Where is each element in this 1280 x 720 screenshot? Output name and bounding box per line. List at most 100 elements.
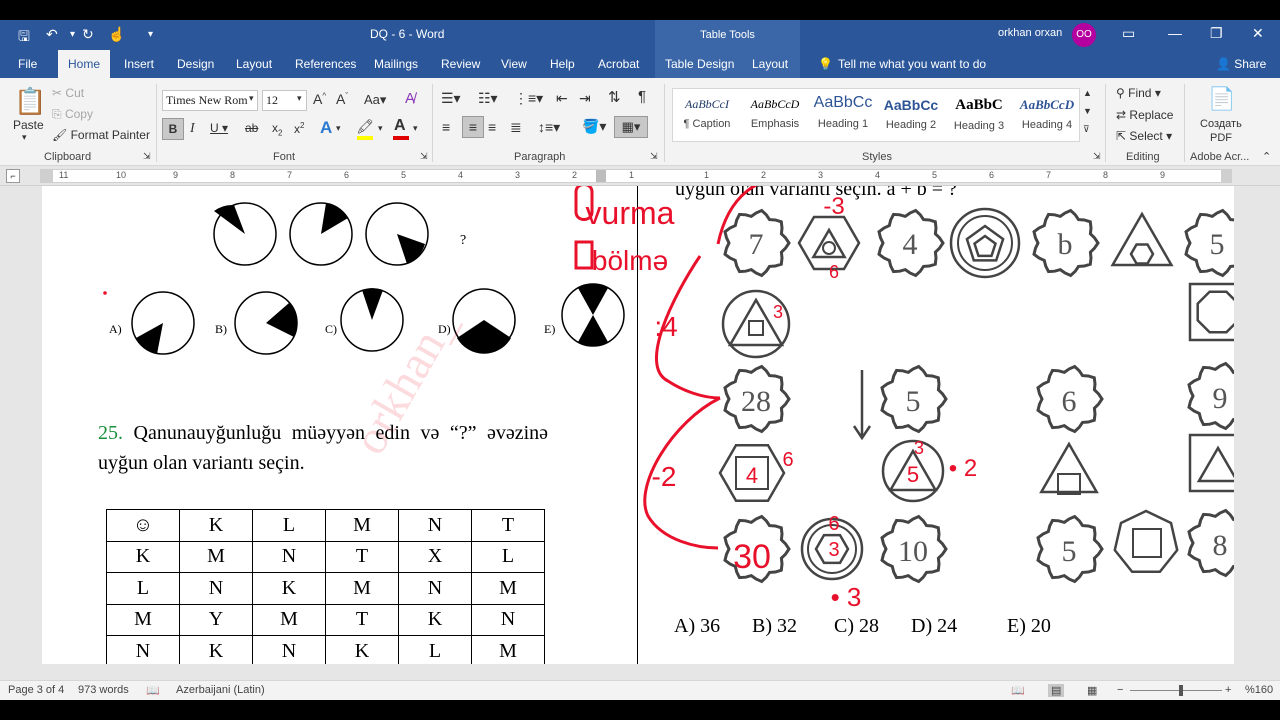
answer-b[interactable]: B) 32 [752,615,797,638]
font-color-icon[interactable]: A [394,117,406,135]
style-heading-2[interactable]: AaBbCc Heading 2 [877,89,945,141]
proofing-icon[interactable]: 📖 [146,684,160,697]
font-color-dropdown-icon[interactable]: ▾ [413,123,418,134]
tab-file[interactable]: File [10,50,45,78]
borders-icon[interactable]: ▦▾ [614,116,648,138]
styles-launcher-icon[interactable]: ⇲ [1093,151,1101,162]
close-icon[interactable]: ✕ [1252,25,1264,42]
font-launcher-icon[interactable]: ⇲ [420,151,428,162]
sort-icon[interactable]: ⇅ [608,88,621,106]
clear-formatting-icon[interactable]: A̸ [405,90,415,107]
find-button[interactable]: ⚲ Find ▾ [1116,86,1161,100]
collapse-ribbon-icon[interactable]: ⌃ [1262,150,1271,163]
tab-review[interactable]: Review [433,50,488,78]
align-right-icon[interactable]: ≡ [488,119,496,135]
tell-me-search[interactable]: Tell me what you want to do [830,50,994,78]
horizontal-ruler[interactable]: 11 10 9 8 7 6 5 4 3 2 1 1 2 3 4 5 6 7 8 9 [40,169,1232,183]
copy-button[interactable]: ⎘ Copy [52,107,93,122]
tab-mailings[interactable]: Mailings [366,50,426,78]
justify-icon[interactable]: ≣ [510,119,522,136]
table-cell[interactable]: N [398,509,472,542]
font-size-dropdown-icon[interactable]: ▾ [297,93,302,104]
table-cell[interactable]: M [471,572,545,605]
text-effects-icon[interactable]: A [320,118,332,138]
italic-button[interactable]: I [190,121,195,137]
table-cell[interactable]: L [398,635,472,664]
table-cell[interactable]: N [106,635,180,664]
tab-design[interactable]: Design [169,50,222,78]
tab-references[interactable]: References [287,50,364,78]
tab-selector-icon[interactable]: ⌐ [6,169,20,183]
table-cell[interactable]: L [471,540,545,573]
ribbon-display-options-icon[interactable]: ▭ [1122,25,1135,42]
style-heading-1[interactable]: AaBbCc Heading 1 [809,89,877,141]
create-pdf-label[interactable]: Создать [1200,118,1242,130]
table-cell[interactable]: K [325,635,399,664]
zoom-slider-thumb[interactable] [1179,685,1183,696]
table-cell[interactable]: K [106,540,180,573]
table-cell[interactable]: M [106,603,180,636]
table-cell[interactable]: T [325,603,399,636]
table-cell[interactable]: X [398,540,472,573]
page-count[interactable]: Page 3 of 4 [8,684,64,696]
tab-table-layout[interactable]: Layout [744,50,796,78]
superscript-button[interactable]: x2 [294,121,304,136]
answer-e[interactable]: E) 20 [1007,615,1051,638]
table-cell[interactable]: M [325,509,399,542]
table-cell[interactable]: T [325,540,399,573]
table-cell[interactable]: M [471,635,545,664]
style-emphasis[interactable]: AaBbCcD Emphasis [741,89,809,141]
highlight-dropdown-icon[interactable]: ▾ [378,123,383,134]
underline-button[interactable]: U ▾ [210,121,228,135]
increase-indent-icon[interactable]: ⇥ [579,90,591,107]
table-cell[interactable]: K [179,635,253,664]
decrease-indent-icon[interactable]: ⇤ [556,90,568,107]
paragraph-launcher-icon[interactable]: ⇲ [650,151,658,162]
print-layout-icon[interactable]: ▤ [1048,684,1065,697]
table-cell[interactable]: M [179,540,253,573]
table-cell[interactable]: N [179,572,253,605]
shrink-font-icon[interactable]: Aˇ [336,91,348,107]
subscript-button[interactable]: x2 [272,121,282,137]
table-cell[interactable]: M [325,572,399,605]
styles-scroll-up-icon[interactable]: ▲ [1083,88,1092,98]
undo-icon[interactable]: ↶ [46,26,58,43]
table-cell[interactable]: ☺ [106,509,180,542]
zoom-slider[interactable] [1130,690,1222,691]
answer-c[interactable]: C) 28 [834,615,879,638]
table-cell[interactable]: L [106,572,180,605]
undo-dropdown-icon[interactable]: ▾ [70,29,75,40]
save-icon[interactable]: 🖫 [18,26,30,50]
tab-acrobat[interactable]: Acrobat [590,50,647,78]
tab-layout[interactable]: Layout [228,50,280,78]
paste-dropdown-icon[interactable]: ▾ [22,132,27,143]
share-button[interactable]: 👤 Share [1208,50,1274,78]
answer-a[interactable]: A) 36 [674,615,720,638]
create-pdf-icon[interactable]: 📄 [1208,86,1235,112]
styles-scroll-down-icon[interactable]: ▼ [1083,106,1092,116]
change-case-button[interactable]: Aa▾ [364,92,386,108]
table-cell[interactable]: K [398,603,472,636]
table-cell[interactable]: N [471,603,545,636]
select-button[interactable]: ⇱ Select ▾ [1116,129,1172,143]
clipboard-launcher-icon[interactable]: ⇲ [143,151,151,162]
show-marks-icon[interactable]: ¶ [638,88,646,105]
numbering-icon[interactable]: ☷▾ [478,90,498,107]
user-name[interactable]: orkhan orxan [998,27,1062,39]
customize-quick-access-icon[interactable]: ▾ [148,29,153,40]
table-cell[interactable]: Y [179,603,253,636]
touch-mode-icon[interactable]: ☝ [108,26,125,43]
replace-button[interactable]: ⇄ Replace [1116,108,1173,122]
table-cell[interactable]: N [398,572,472,605]
align-center-icon[interactable]: ≡ [462,116,484,138]
tab-help[interactable]: Help [542,50,583,78]
avatar[interactable]: OO [1072,23,1096,47]
grow-font-icon[interactable]: A^ [313,91,326,107]
zoom-out-icon[interactable]: − [1117,684,1123,696]
minimize-icon[interactable]: — [1168,25,1182,41]
cut-button[interactable]: ✂ Cut [52,86,84,100]
bullets-icon[interactable]: ☰▾ [441,90,461,107]
tab-home[interactable]: Home [58,50,111,78]
table-cell[interactable]: K [252,572,326,605]
strikethrough-button[interactable]: ab [245,121,258,135]
